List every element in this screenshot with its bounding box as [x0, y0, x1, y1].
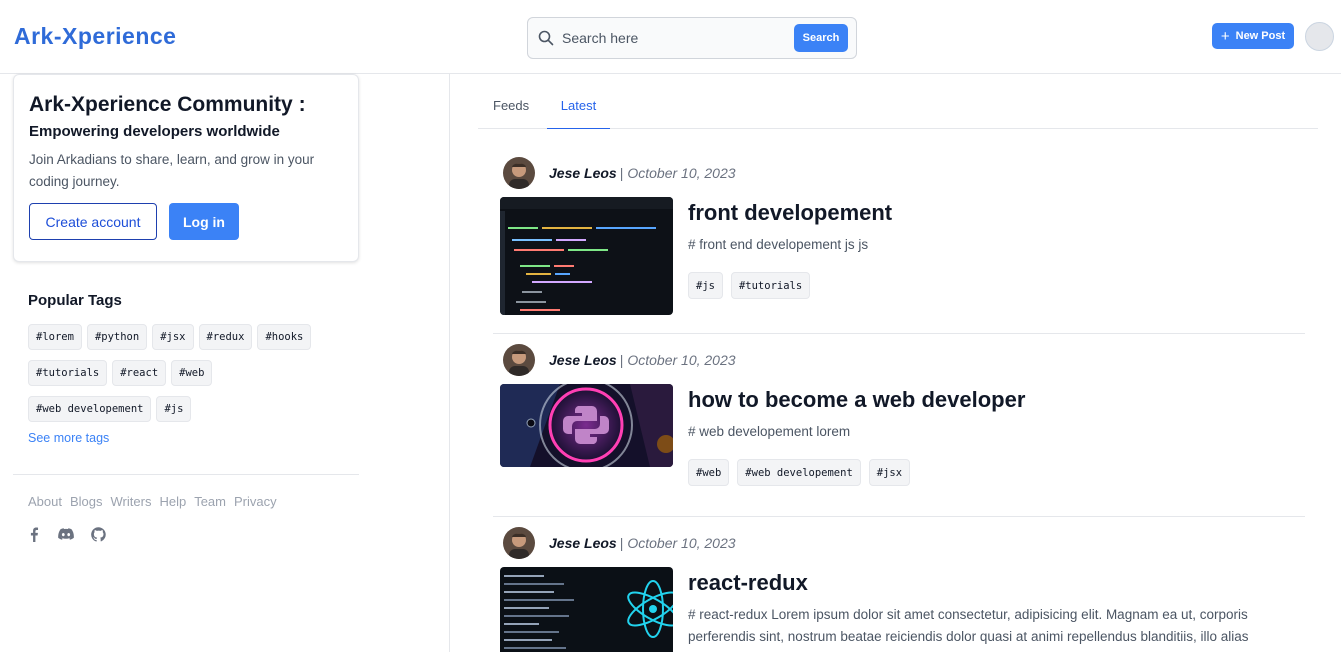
post-tag-chip[interactable]: #js	[688, 272, 723, 299]
see-more-tags-link[interactable]: See more tags	[28, 431, 109, 445]
create-account-button[interactable]: Create account	[29, 203, 157, 240]
author-date-separator: |	[619, 165, 624, 181]
tag-chip-lorem[interactable]: #lorem	[28, 324, 82, 350]
new-post-button[interactable]: + New Post	[1212, 23, 1294, 49]
popular-tags-list: #lorem #python #jsx #redux #hooks #tutor…	[28, 324, 338, 422]
column-divider	[449, 74, 450, 652]
author-avatar[interactable]	[503, 157, 535, 189]
post-description: # react-redux Lorem ipsum dolor sit amet…	[688, 607, 1249, 644]
search-button[interactable]: Search	[794, 24, 848, 52]
post-author-row: Jese Leos | October 10, 2023	[503, 527, 736, 559]
plus-icon: +	[1220, 27, 1230, 45]
code-editor-image[interactable]	[500, 197, 673, 315]
popular-tags-title: Popular Tags	[28, 292, 122, 309]
react-logo-image[interactable]	[500, 567, 673, 652]
footer-link-about[interactable]: About	[28, 494, 62, 509]
post-title[interactable]: how to become a web developer	[688, 387, 1298, 413]
post-tags: #web #web developement #jsx	[688, 459, 1298, 486]
post-tag-chip[interactable]: #web developement	[737, 459, 861, 486]
post-body: react-redux # react-redux Lorem ipsum do…	[688, 570, 1298, 648]
brand-logo-text[interactable]: Ark-Xperience	[14, 23, 176, 50]
new-post-label: New Post	[1235, 30, 1286, 42]
tag-chip-python[interactable]: #python	[86, 324, 148, 350]
community-description: Join Arkadians to share, learn, and grow…	[29, 152, 315, 189]
post-tag-chip[interactable]: #jsx	[868, 459, 911, 486]
post-date: October 10, 2023	[627, 352, 736, 368]
post-description: # front end developement js js	[688, 237, 869, 252]
tag-chip-jsx[interactable]: #jsx	[152, 324, 194, 350]
post-tag-chip[interactable]: #web	[688, 459, 730, 486]
tag-chip-js[interactable]: #js	[156, 396, 192, 422]
tag-chip-react[interactable]: #react	[112, 360, 167, 386]
post-divider	[493, 333, 1305, 334]
python-logo-image[interactable]	[500, 384, 673, 467]
post-description: # web developement lorem	[688, 424, 851, 439]
author-date-separator: |	[619, 535, 624, 551]
author-avatar[interactable]	[503, 527, 535, 559]
author-name[interactable]: Jese Leos	[549, 352, 617, 368]
community-title: Ark-Xperience Community :	[29, 93, 306, 116]
auth-buttons: Create account Log in	[29, 203, 343, 240]
author-avatar[interactable]	[503, 344, 535, 376]
footer-link-blogs[interactable]: Blogs	[70, 494, 103, 509]
footer-link-help[interactable]: Help	[159, 494, 186, 509]
post-card[interactable]: Jese Leos | October 10, 2023 react-redux…	[493, 527, 1305, 652]
author-name[interactable]: Jese Leos	[549, 535, 617, 551]
tag-chip-web[interactable]: #web	[171, 360, 213, 386]
post-body: how to become a web developer # web deve…	[688, 387, 1298, 486]
post-card[interactable]: Jese Leos | October 10, 2023 how to beco…	[493, 344, 1305, 504]
user-avatar[interactable]	[1305, 22, 1334, 51]
tab-latest[interactable]: Latest	[547, 98, 610, 129]
social-links	[26, 526, 106, 542]
post-tags: #js #tutorials	[688, 272, 1298, 299]
post-date: October 10, 2023	[627, 535, 736, 551]
github-icon[interactable]	[90, 526, 106, 542]
footer-link-team[interactable]: Team	[194, 494, 226, 509]
community-card: Ark-Xperience Community : Empowering dev…	[13, 74, 359, 262]
footer-link-privacy[interactable]: Privacy	[234, 494, 277, 509]
discord-icon[interactable]	[58, 526, 74, 542]
footer-link-writers[interactable]: Writers	[111, 494, 152, 509]
post-tag-chip[interactable]: #tutorials	[730, 272, 811, 299]
post-card[interactable]: Jese Leos | October 10, 2023 front devel…	[493, 157, 1305, 317]
post-divider	[493, 516, 1305, 517]
feed-tabs: Feeds Latest	[478, 90, 1318, 129]
tag-chip-tutorials[interactable]: #tutorials	[28, 360, 108, 386]
tag-chip-web-developement[interactable]: #web developement	[28, 396, 152, 422]
search-bar: Search	[527, 17, 857, 59]
post-author-row: Jese Leos | October 10, 2023	[503, 157, 736, 189]
tag-chip-redux[interactable]: #redux	[198, 324, 253, 350]
post-body: front developement # front end developem…	[688, 200, 1298, 299]
community-subtitle: Empowering developers worldwide	[29, 123, 280, 140]
post-title[interactable]: front developement	[688, 200, 1298, 226]
search-input[interactable]	[562, 26, 782, 50]
footer-links: About Blogs Writers Help Team Privacy	[28, 494, 277, 509]
sidebar-divider	[13, 474, 359, 475]
search-icon	[538, 30, 554, 46]
tab-feeds[interactable]: Feeds	[493, 98, 529, 113]
post-author-row: Jese Leos | October 10, 2023	[503, 344, 736, 376]
tag-chip-hooks[interactable]: #hooks	[257, 324, 312, 350]
post-title[interactable]: react-redux	[688, 570, 1298, 596]
author-name[interactable]: Jese Leos	[549, 165, 617, 181]
post-date: October 10, 2023	[627, 165, 736, 181]
author-date-separator: |	[619, 352, 624, 368]
popular-tags-section: Popular Tags #lorem #python #jsx #redux …	[28, 292, 348, 447]
login-button[interactable]: Log in	[169, 203, 239, 240]
top-navbar: Ark-Xperience Search + New Post	[0, 0, 1341, 74]
facebook-icon[interactable]	[26, 526, 42, 542]
